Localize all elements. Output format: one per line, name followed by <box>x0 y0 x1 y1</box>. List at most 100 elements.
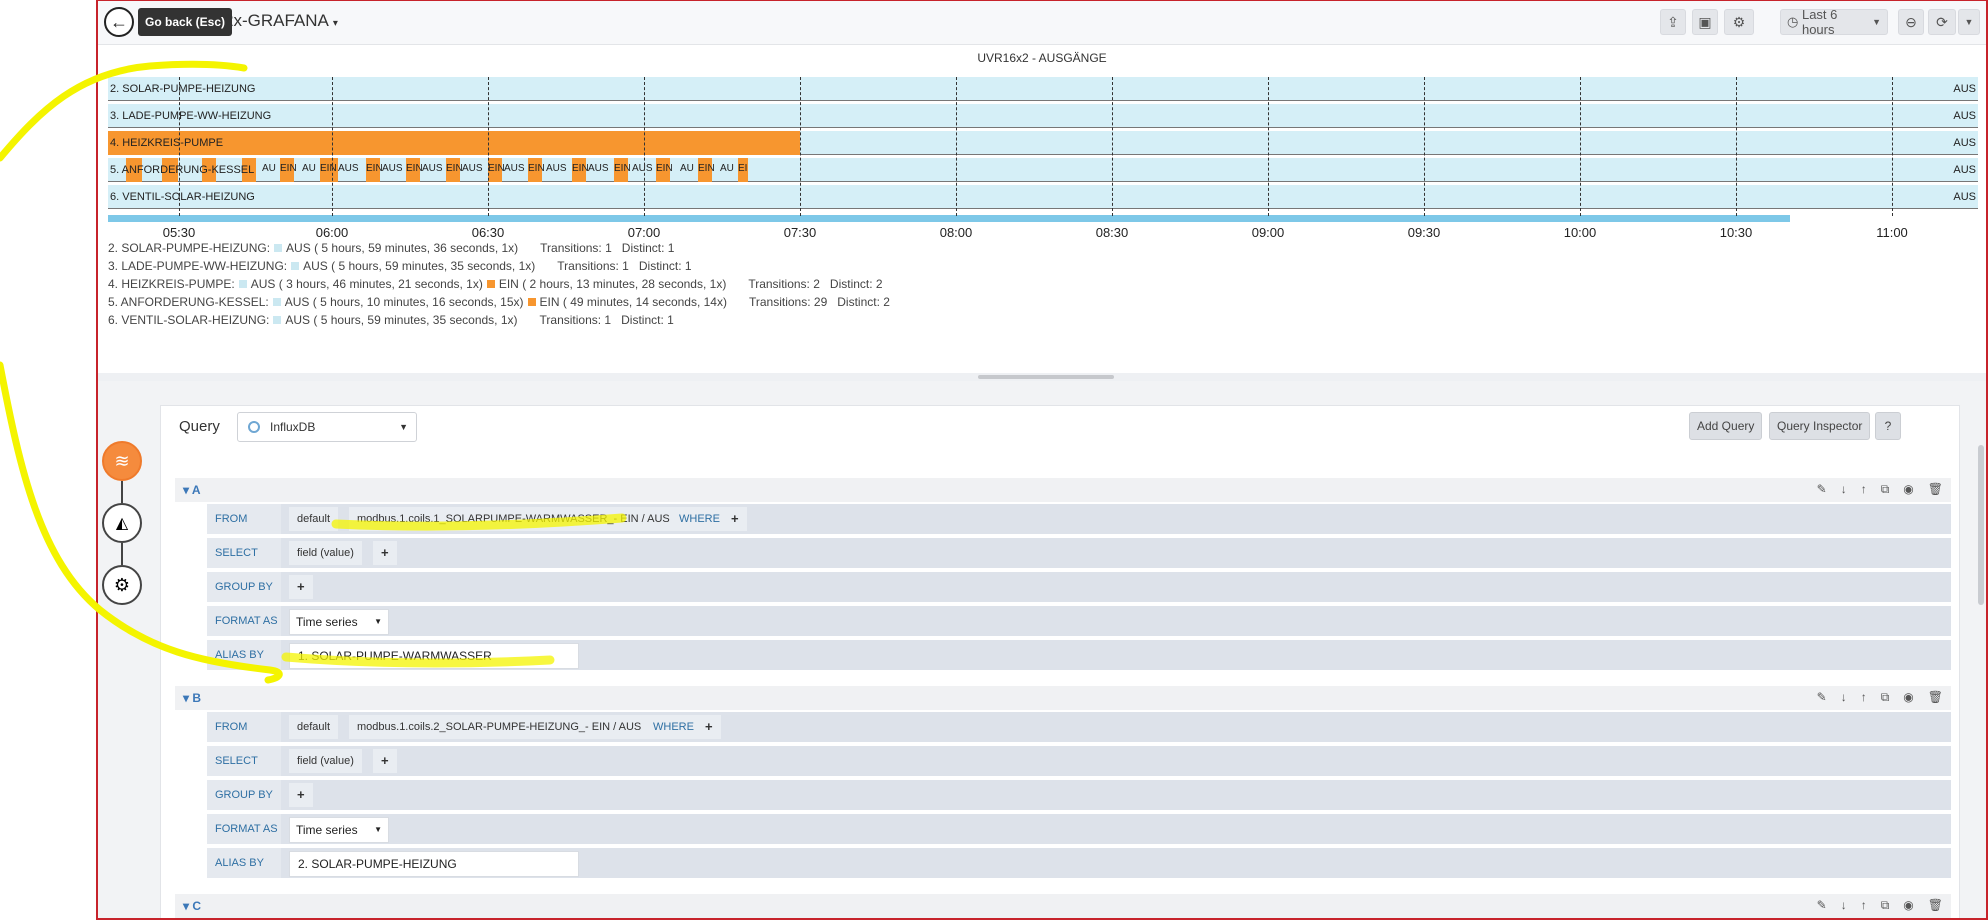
caret-down-icon: ▼ <box>374 825 382 834</box>
aus-swatch <box>274 244 283 252</box>
legend-transitions: Transitions: 1 <box>540 241 612 255</box>
legend-state: EIN <box>498 277 519 291</box>
eye-icon[interactable]: ◉ <box>1903 898 1913 913</box>
back-tooltip: Go back (Esc) <box>138 8 233 36</box>
query-letter[interactable]: ▾ C <box>183 899 201 913</box>
timeline-row <box>108 185 1978 209</box>
duplicate-icon[interactable]: ⧉ <box>1881 690 1890 705</box>
duplicate-icon[interactable]: ⧉ <box>1881 898 1890 913</box>
alias-by-row: ALIAS BY 1. SOLAR-PUMPE-WARMWASSER <box>207 640 1951 670</box>
edit-icon[interactable]: ✎ <box>1817 690 1827 705</box>
format-select[interactable]: Time series ▼ <box>289 609 389 635</box>
segment-label: AU <box>720 163 734 174</box>
gear-icon: ⚙ <box>113 574 131 595</box>
general-step[interactable]: ⚙ <box>102 565 142 605</box>
move-up-icon[interactable]: ↑ <box>1861 898 1867 913</box>
datasource-name: InfluxDB <box>270 420 316 434</box>
dashboard-title[interactable]: 2x-GRAFANA ▾ <box>224 11 338 31</box>
clock-icon: ◷ <box>1787 14 1799 29</box>
alias-input[interactable]: 1. SOLAR-PUMPE-WARMWASSER <box>289 643 579 669</box>
move-up-icon[interactable]: ↑ <box>1861 690 1867 705</box>
query-tab-label: Query <box>179 418 220 435</box>
x-tick-label: 07:30 <box>783 225 817 240</box>
format-as-keyword: FORMAT AS <box>207 606 281 636</box>
legend-state: AUS <box>284 295 310 309</box>
where-keyword[interactable]: WHERE <box>671 507 728 531</box>
duplicate-icon[interactable]: ⧉ <box>1881 482 1890 497</box>
alias-input[interactable]: 2. SOLAR-PUMPE-HEIZUNG <box>289 851 579 877</box>
move-down-icon[interactable]: ↓ <box>1841 690 1847 705</box>
caret-down-icon: ▼ <box>374 617 382 626</box>
field-segment[interactable]: field (value) <box>289 749 362 773</box>
where-keyword[interactable]: WHERE <box>645 715 702 739</box>
refresh-button[interactable]: ⟳ <box>1928 9 1956 35</box>
add-where-button[interactable]: + <box>697 715 721 739</box>
legend-transitions: Transitions: 29 <box>748 295 828 309</box>
field-segment[interactable]: field (value) <box>289 541 362 565</box>
eye-icon[interactable]: ◉ <box>1903 482 1913 497</box>
trash-icon[interactable]: 🗑 <box>1928 482 1943 497</box>
add-query-button[interactable]: Add Query <box>1689 412 1763 440</box>
retention-policy-segment[interactable]: default <box>289 715 339 739</box>
query-b-header[interactable]: ▾ B ✎ ↓ ↑ ⧉ ◉ 🗑 <box>175 686 1951 710</box>
add-select-button[interactable]: + <box>373 541 397 565</box>
settings-button[interactable]: ⚙ <box>1724 9 1754 35</box>
trash-icon[interactable]: 🗑 <box>1928 898 1943 913</box>
x-tick-label: 09:30 <box>1407 225 1441 240</box>
datasource-select[interactable]: InfluxDB ▼ <box>237 412 417 442</box>
add-group-by-button[interactable]: + <box>289 783 313 807</box>
query-letter[interactable]: ▾ B <box>183 691 201 705</box>
panel-title[interactable]: UVR16x2 - AUSGÄNGE <box>98 51 1986 65</box>
queries-step[interactable]: ≋ <box>102 441 142 481</box>
eye-icon[interactable]: ◉ <box>1903 690 1913 705</box>
legend-detail: ( 49 minutes, 14 seconds, 14x) <box>562 295 727 309</box>
legend-transitions: Transitions: 1 <box>557 259 629 273</box>
move-down-icon[interactable]: ↓ <box>1841 482 1847 497</box>
add-group-by-button[interactable]: + <box>289 575 313 599</box>
caret-down-icon: ▼ <box>399 422 408 432</box>
area-chart-icon: ◭ <box>115 515 129 532</box>
segment-label: EIN <box>366 163 383 174</box>
grafana-window: ← Go back (Esc) 2x-GRAFANA ▾ ⇪ ▣ ⚙ ◷ Last… <box>96 0 1988 920</box>
query-inspector-button[interactable]: Query Inspector <box>1769 412 1871 440</box>
refresh-interval-button[interactable]: ▼ <box>1958 9 1980 35</box>
measurement-segment[interactable]: modbus.1.coils.2_SOLAR-PUMPE-HEIZUNG_- E… <box>349 715 650 739</box>
edit-icon[interactable]: ✎ <box>1817 898 1827 913</box>
discrete-timeline-chart[interactable]: AU EIN AU EIN AUS EIN AUS EIN AUS EIN AU… <box>108 77 1978 240</box>
add-select-button[interactable]: + <box>373 749 397 773</box>
measurement-segment[interactable]: modbus.1.coils.1_SOLARPUMPE-WARMWASSER_-… <box>349 507 678 531</box>
share-button[interactable]: ⇪ <box>1660 9 1686 35</box>
add-where-button[interactable]: + <box>723 507 747 531</box>
back-button[interactable]: ← <box>104 7 134 37</box>
retention-policy-segment[interactable]: default <box>289 507 339 531</box>
legend-distinct: Distinct: 1 <box>621 241 675 255</box>
legend-distinct: Distinct: 2 <box>829 277 883 291</box>
trash-icon[interactable]: 🗑 <box>1928 690 1943 705</box>
row-end-value: AUS <box>1953 83 1976 95</box>
step-connector <box>121 481 123 503</box>
query-a-header[interactable]: ▾ A ✎ ↓ ↑ ⧉ ◉ 🗑 <box>175 478 1951 502</box>
zoom-out-button[interactable]: ⊖ <box>1898 9 1924 35</box>
move-down-icon[interactable]: ↓ <box>1841 898 1847 913</box>
legend-detail: ( 2 hours, 13 minutes, 28 seconds, 1x) <box>522 277 727 291</box>
move-up-icon[interactable]: ↑ <box>1861 482 1867 497</box>
select-keyword: SELECT <box>207 746 281 776</box>
visualization-step[interactable]: ◭ <box>102 503 142 543</box>
save-button[interactable]: ▣ <box>1692 9 1718 35</box>
segment-label: EIN <box>488 163 505 174</box>
aus-swatch <box>238 280 247 288</box>
edit-icon[interactable]: ✎ <box>1817 482 1827 497</box>
panel-resize-splitter[interactable] <box>98 373 1986 381</box>
ein-swatch <box>486 280 495 288</box>
legend-state: AUS <box>250 277 276 291</box>
help-button[interactable]: ? <box>1875 412 1901 440</box>
format-select[interactable]: Time series ▼ <box>289 817 389 843</box>
segment-label: AUS <box>382 163 403 174</box>
query-c-header[interactable]: ▾ C ✎ ↓ ↑ ⧉ ◉ 🗑 <box>175 894 1951 918</box>
time-gridline <box>1112 77 1113 216</box>
editor-scrollbar[interactable] <box>1978 445 1984 605</box>
time-picker[interactable]: ◷ Last 6 hours ▼ <box>1780 7 1888 37</box>
resize-handle[interactable] <box>978 375 1114 379</box>
query-letter[interactable]: ▾ A <box>183 483 201 497</box>
legend-row: 4. HEIZKREIS-PUMPE: AUS ( 3 hours, 46 min… <box>108 275 890 293</box>
